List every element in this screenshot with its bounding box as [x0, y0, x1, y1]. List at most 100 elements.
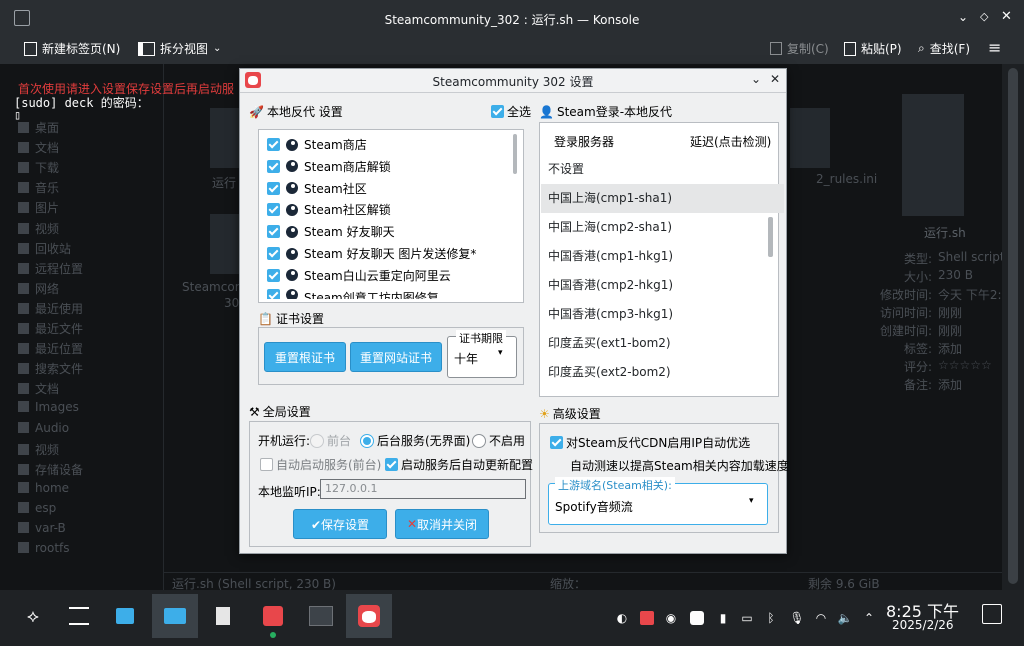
volume-icon[interactable]: 🔈: [834, 590, 856, 646]
dropdown-arrow-icon: ▾: [749, 496, 754, 506]
ghost-sidebar-item: 下载: [18, 159, 59, 176]
scrollbar-thumb[interactable]: [1008, 68, 1018, 584]
terminal-scrollbar[interactable]: [1002, 64, 1024, 590]
proxy-item-check-icon[interactable]: [267, 203, 280, 217]
anydesk-task[interactable]: [250, 594, 296, 638]
col-header-latency[interactable]: 延迟(点击检测): [690, 133, 771, 150]
auto-update-checkbox[interactable]: 启动服务后自动更新配置: [385, 456, 533, 473]
microphone-icon[interactable]: 🎙: [786, 590, 808, 646]
dolphin-file-manager-task[interactable]: [152, 594, 198, 638]
login-server-row[interactable]: 中国香港(cmp1-hkg1): [541, 242, 784, 271]
split-view-button[interactable]: 拆分视图 ⌄: [138, 40, 221, 57]
proxy-item[interactable]: Steam社区: [267, 180, 367, 197]
proxy-item[interactable]: Steam创意工坊内图修复: [267, 288, 439, 299]
cert-period-select[interactable]: 证书期限 十年 ▾: [447, 330, 517, 378]
ghost-sidebar-item: 文档: [18, 139, 59, 156]
discover-store-task[interactable]: [102, 594, 148, 638]
tray-steam-icon[interactable]: ◉: [660, 590, 682, 646]
proxy-item-check-icon[interactable]: [267, 181, 280, 195]
proxy-item[interactable]: Steam商店解锁: [267, 158, 391, 175]
ghost-sidebar-label: 音乐: [35, 181, 60, 196]
ghost-sidebar-icon: [18, 302, 29, 314]
radio-background-icon[interactable]: [360, 433, 374, 448]
proxy-item[interactable]: Steam 好友聊天 图片发送修复*: [267, 245, 476, 262]
ghost-sidebar-label: 存储设备: [35, 462, 84, 477]
select-all-check-icon[interactable]: [491, 105, 504, 118]
cert-period-label: 证书期限: [456, 330, 506, 346]
save-settings-button[interactable]: ✔保存设置: [293, 509, 387, 539]
radio-foreground-icon[interactable]: [310, 433, 324, 448]
cancel-close-button[interactable]: ✕ 取消并关闭: [395, 509, 489, 539]
find-button[interactable]: ⌕ 查找(F): [918, 40, 970, 57]
login-server-row[interactable]: 印度孟买(ext1-bom2): [541, 329, 784, 358]
proxy-item-check-icon[interactable]: [267, 225, 280, 239]
proxy-item[interactable]: Steam 好友聊天: [267, 223, 395, 240]
proxy-item[interactable]: Steam社区解锁: [267, 201, 391, 218]
login-server-row[interactable]: 中国香港(cmp2-hkg1): [541, 271, 784, 300]
reset-site-cert-button[interactable]: 重置网站证书: [350, 342, 442, 372]
listen-ip-input[interactable]: 127.0.0.1: [320, 479, 526, 499]
clock-date[interactable]: 2025/2/26: [892, 618, 954, 632]
proxy-item-check-icon[interactable]: [267, 138, 280, 151]
maximize-diamond-icon[interactable]: ◇: [980, 10, 988, 23]
bluetooth-icon[interactable]: ᛒ: [760, 590, 782, 646]
server-list-scrollbar[interactable]: [768, 217, 773, 257]
tray-anydesk-icon[interactable]: [636, 590, 658, 646]
select-all-checkbox[interactable]: 全选: [491, 103, 531, 120]
dialog-close-icon[interactable]: ✕: [770, 72, 780, 86]
login-server-row[interactable]: 印度孟买(ext2-bom2): [541, 358, 784, 387]
cdn-optimize-checkbox[interactable]: 对Steam反代CDN启用IP自动优选: [550, 434, 750, 451]
ghost-sidebar-icon: [18, 242, 29, 254]
proxy-list-scrollbar[interactable]: [513, 134, 517, 174]
radio-disabled-icon[interactable]: [472, 433, 486, 448]
radio-disabled[interactable]: 不启用: [472, 432, 525, 449]
new-tab-label: 新建标签页(N): [42, 42, 121, 56]
auto-start-check-icon[interactable]: [260, 458, 273, 471]
dialog-minimize-icon[interactable]: ⌄: [751, 72, 761, 86]
running-indicator: [270, 632, 276, 638]
auto-start-checkbox[interactable]: 自动启动服务(前台): [260, 456, 381, 473]
ghost-sidebar-label: 最近文件: [35, 322, 84, 336]
ghost-sidebar-item: 视频: [18, 441, 59, 458]
system-settings-task[interactable]: [56, 594, 102, 638]
radio-background[interactable]: 后台服务(无界面): [360, 432, 470, 449]
tray-app-icon[interactable]: [686, 590, 708, 646]
hamburger-menu-icon[interactable]: ≡: [988, 38, 1001, 57]
login-server-list[interactable]: 登录服务器 延迟(点击检测) 不设置 中国上海(cmp1-sha1) 中国上海(cm…: [539, 122, 784, 397]
upstream-domain-select[interactable]: 上游域名(Steam相关): Spotify音频流 ▾: [548, 477, 768, 525]
usb-drive-icon[interactable]: ▮: [712, 590, 734, 646]
app-launcher-button[interactable]: ⟡: [10, 594, 56, 638]
text-editor-task[interactable]: [200, 594, 246, 638]
radio-foreground[interactable]: 前台: [310, 432, 351, 449]
proxy-item[interactable]: Steam白山云重定向阿里云: [267, 267, 451, 284]
login-server-row[interactable]: 中国上海(cmp2-sha1): [541, 213, 784, 242]
proxy-item[interactable]: Steam商店: [267, 136, 367, 153]
minimize-chevron-icon[interactable]: ⌄: [958, 10, 968, 24]
window-title: Steamcommunity_302 : 运行.sh — Konsole: [384, 13, 640, 27]
steamcommunity302-task[interactable]: [346, 594, 392, 638]
ghost-sidebar-icon: [18, 262, 29, 274]
advanced-label-text: 高级设置: [552, 407, 601, 421]
tray-updates-icon[interactable]: ◐: [611, 590, 633, 646]
proxy-item-check-icon[interactable]: [267, 288, 280, 299]
battery-icon[interactable]: ▭: [736, 590, 758, 646]
copy-button[interactable]: 复制(C): [770, 40, 829, 57]
login-server-row[interactable]: 中国上海(cmp1-sha1): [541, 184, 784, 213]
proxy-items-list[interactable]: Steam商店 Steam商店解锁 Steam社区 Steam社区解锁 Steam 好友…: [258, 129, 524, 303]
wifi-icon[interactable]: ◠: [810, 590, 832, 646]
login-server-row[interactable]: 中国香港(cmp3-hkg1): [541, 300, 784, 329]
tray-expand-chevron-icon[interactable]: ⌃: [858, 590, 880, 646]
cancel-close-label: 取消并关闭: [417, 517, 478, 532]
auto-update-check-icon[interactable]: [385, 458, 398, 471]
proxy-item-check-icon[interactable]: [267, 268, 280, 282]
close-icon[interactable]: ✕: [1001, 9, 1012, 24]
reset-root-cert-button[interactable]: 重置根证书: [264, 342, 346, 372]
konsole-task[interactable]: [298, 594, 344, 638]
proxy-item-check-icon[interactable]: [267, 159, 280, 173]
show-desktop-icon[interactable]: [982, 604, 1002, 624]
paste-button[interactable]: 粘贴(P): [844, 40, 902, 57]
cdn-optimize-check-icon[interactable]: [550, 436, 563, 449]
login-server-row[interactable]: 不设置: [541, 155, 784, 184]
new-tab-button[interactable]: 新建标签页(N): [24, 40, 120, 57]
proxy-item-check-icon[interactable]: [267, 247, 280, 260]
